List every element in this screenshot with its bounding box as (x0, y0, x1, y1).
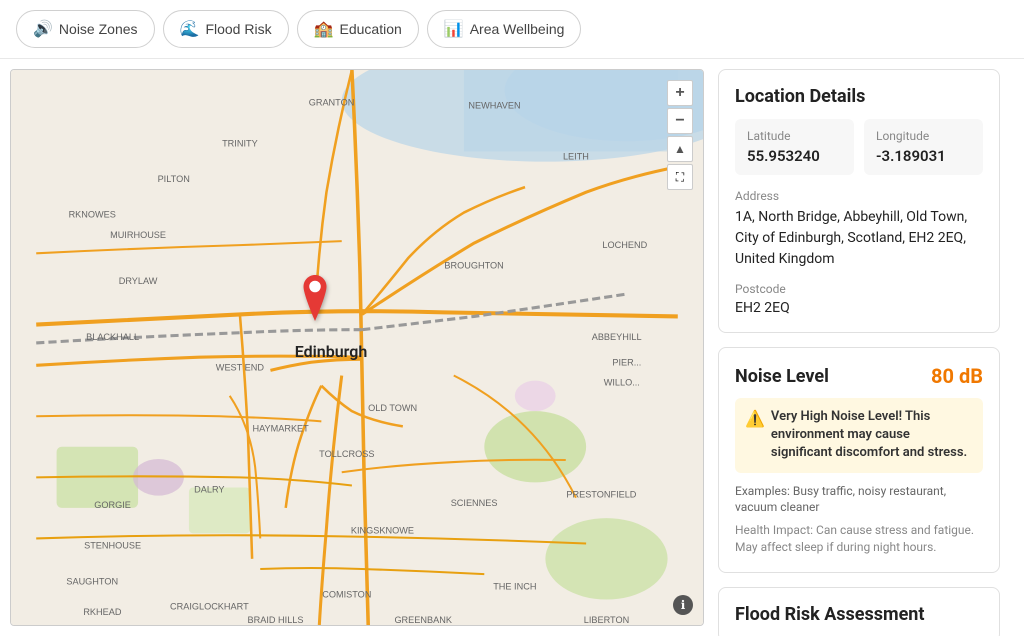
noise-examples: Examples: Busy traffic, noisy restaurant… (735, 483, 983, 517)
svg-text:THE INCH: THE INCH (493, 581, 536, 591)
right-panel-wrapper: Location Details Latitude 55.953240 Long… (704, 59, 1024, 636)
address-value: 1A, North Bridge, Abbeyhill, Old Town, C… (735, 207, 983, 270)
flood-risk-icon: 🌊 (180, 19, 200, 39)
noise-header: Noise Level 80 dB (735, 364, 983, 388)
latitude-label: Latitude (747, 129, 842, 143)
svg-text:KINGSKNOWE: KINGSKNOWE (351, 525, 414, 535)
longitude-box: Longitude -3.189031 (864, 119, 983, 175)
expand-button[interactable]: ⛶ (667, 164, 693, 190)
tab-area-wellbeing-label: Area Wellbeing (470, 21, 565, 37)
svg-text:DALRY: DALRY (194, 485, 224, 495)
longitude-value: -3.189031 (876, 147, 971, 165)
zoom-out-button[interactable]: − (667, 108, 693, 134)
noise-title: Noise Level (735, 366, 829, 387)
main-content: GRANTON NEWHAVEN TRINITY LEITH PILTON RK… (0, 59, 1024, 636)
svg-text:RKHEAD: RKHEAD (83, 607, 122, 617)
svg-text:DRYLAW: DRYLAW (119, 276, 158, 286)
svg-text:BRAID HILLS: BRAID HILLS (248, 615, 304, 625)
location-details-title: Location Details (735, 86, 983, 107)
tab-education-label: Education (340, 21, 402, 37)
svg-text:LIBERTON: LIBERTON (584, 615, 629, 625)
tab-flood-risk-label: Flood Risk (205, 21, 271, 37)
svg-text:CRAIGLOCKHART: CRAIGLOCKHART (170, 602, 249, 612)
svg-text:TOLLCROSS: TOLLCROSS (319, 449, 374, 459)
svg-text:MUIRHOUSE: MUIRHOUSE (110, 230, 166, 240)
svg-text:GREENBANK: GREENBANK (394, 615, 452, 625)
svg-text:PIER...: PIER... (612, 357, 641, 367)
tab-area-wellbeing[interactable]: 📊 Area Wellbeing (427, 10, 582, 48)
latitude-box: Latitude 55.953240 (735, 119, 854, 175)
map-info-icon[interactable]: ℹ (673, 595, 693, 615)
right-panel: Location Details Latitude 55.953240 Long… (704, 59, 1014, 636)
map-container[interactable]: GRANTON NEWHAVEN TRINITY LEITH PILTON RK… (10, 69, 704, 626)
location-details-card: Location Details Latitude 55.953240 Long… (718, 69, 1000, 333)
tab-education[interactable]: 🏫 Education (297, 10, 419, 48)
svg-text:TRINITY: TRINITY (222, 138, 258, 148)
svg-text:ABBEYHILL: ABBEYHILL (592, 332, 642, 342)
svg-text:STENHOUSE: STENHOUSE (84, 541, 141, 551)
tab-noise-zones[interactable]: 🔊 Noise Zones (16, 10, 155, 48)
svg-text:GRANTON: GRANTON (309, 98, 355, 108)
area-wellbeing-icon: 📊 (444, 19, 464, 39)
svg-text:WEST END: WEST END (216, 362, 265, 372)
map-background: GRANTON NEWHAVEN TRINITY LEITH PILTON RK… (11, 70, 703, 625)
svg-text:LOCHEND: LOCHEND (602, 240, 647, 250)
address-label: Address (735, 189, 983, 203)
svg-text:COMISTON: COMISTON (322, 590, 371, 600)
svg-text:PRESTONFIELD: PRESTONFIELD (566, 490, 636, 500)
map-controls: + − ▲ ⛶ (667, 80, 693, 190)
tab-noise-zones-label: Noise Zones (59, 21, 138, 37)
svg-text:BLACKHALL: BLACKHALL (86, 332, 139, 342)
flood-risk-card: Flood Risk Assessment (718, 587, 1000, 636)
svg-text:SAUGHTON: SAUGHTON (66, 576, 118, 586)
map-svg: GRANTON NEWHAVEN TRINITY LEITH PILTON RK… (11, 70, 703, 625)
address-section: Address 1A, North Bridge, Abbeyhill, Old… (735, 189, 983, 270)
svg-text:OLD TOWN: OLD TOWN (368, 403, 417, 413)
svg-text:GORGIE: GORGIE (94, 500, 131, 510)
svg-text:SCIENNES: SCIENNES (451, 498, 498, 508)
education-icon: 🏫 (314, 19, 334, 39)
zoom-in-button[interactable]: + (667, 80, 693, 106)
coordinates-row: Latitude 55.953240 Longitude -3.189031 (735, 119, 983, 175)
noise-health: Health Impact: Can cause stress and fati… (735, 522, 983, 556)
noise-warning: ⚠️ Very High Noise Level! This environme… (735, 398, 983, 473)
noise-level-card: Noise Level 80 dB ⚠️ Very High Noise Lev… (718, 347, 1000, 573)
postcode-label: Postcode (735, 282, 983, 296)
svg-text:BROUGHTON: BROUGHTON (444, 261, 503, 271)
postcode-section: Postcode EH2 2EQ (735, 282, 983, 316)
svg-text:NEWHAVEN: NEWHAVEN (468, 101, 520, 111)
svg-text:LEITH: LEITH (563, 152, 589, 162)
noise-value: 80 dB (931, 364, 983, 388)
svg-text:WILLO...: WILLO... (604, 378, 640, 388)
noise-zones-icon: 🔊 (33, 19, 53, 39)
map-pin (297, 275, 333, 325)
tab-flood-risk[interactable]: 🌊 Flood Risk (163, 10, 289, 48)
latitude-value: 55.953240 (747, 147, 842, 165)
compass-button[interactable]: ▲ (667, 136, 693, 162)
flood-risk-title: Flood Risk Assessment (735, 604, 983, 625)
postcode-value: EH2 2EQ (735, 300, 983, 316)
longitude-label: Longitude (876, 129, 971, 143)
top-nav: 🔊 Noise Zones 🌊 Flood Risk 🏫 Education 📊… (0, 0, 1024, 59)
svg-text:PILTON: PILTON (158, 174, 190, 184)
warning-text: Very High Noise Level! This environment … (771, 408, 973, 463)
svg-text:RKNOWES: RKNOWES (69, 210, 116, 220)
svg-text:HAYMARKET: HAYMARKET (252, 424, 309, 434)
info-symbol: ℹ (681, 598, 686, 612)
warning-icon: ⚠️ (745, 409, 765, 428)
